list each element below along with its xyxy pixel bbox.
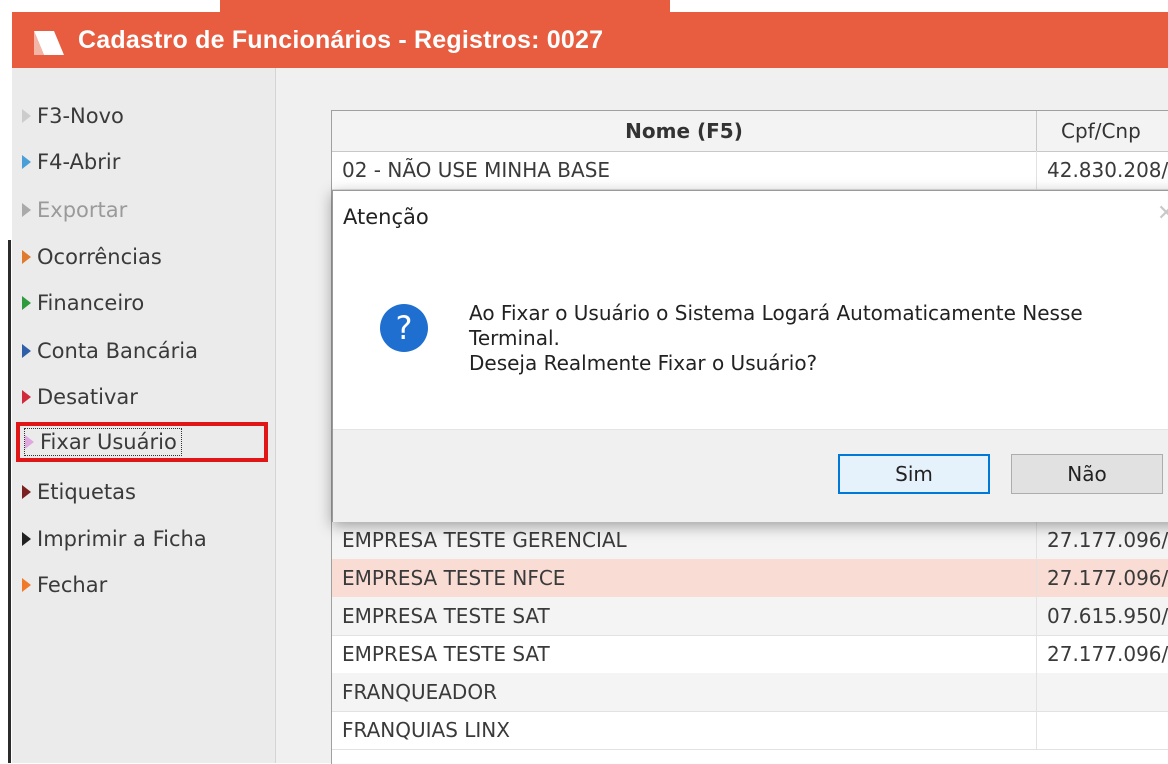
cell-cpf: 07.615.950/ bbox=[1047, 604, 1168, 628]
no-button[interactable]: Não bbox=[1011, 454, 1163, 494]
table-row[interactable]: EMPRESA TESTE GERENCIAL 27.177.096/ bbox=[332, 521, 1168, 560]
arrow-right-icon bbox=[22, 485, 31, 499]
menu-label: Ocorrências bbox=[37, 245, 162, 269]
dialog-title: Atenção bbox=[343, 205, 429, 229]
menu-item-abrir[interactable]: F4-Abrir bbox=[22, 144, 120, 180]
app-logo-icon bbox=[34, 31, 64, 55]
table-row[interactable]: 02 - NÃO USE MINHA BASE 42.830.208/ bbox=[332, 151, 1168, 190]
menu-label: F4-Abrir bbox=[37, 150, 121, 174]
cell-cpf: 27.177.096/ bbox=[1047, 566, 1168, 590]
table-row[interactable]: EMPRESA TESTE NFCE 27.177.096/ bbox=[332, 559, 1168, 598]
cell-nome: EMPRESA TESTE SAT bbox=[332, 597, 1037, 635]
table-row[interactable]: FRANQUEADOR bbox=[332, 673, 1168, 712]
cell-nome: FRANQUEADOR bbox=[332, 673, 1037, 711]
arrow-right-icon bbox=[22, 109, 31, 123]
menu-item-novo[interactable]: F3-Novo bbox=[22, 98, 124, 134]
menu-label: Financeiro bbox=[37, 291, 145, 315]
arrow-right-icon bbox=[22, 250, 31, 264]
cell-cpf: 42.830.208/ bbox=[1047, 158, 1168, 182]
dialog-message: Ao Fixar o Usuário o Sistema Logará Auto… bbox=[469, 301, 1083, 376]
menu-label: Imprimir a Ficha bbox=[37, 527, 207, 551]
close-icon[interactable]: ✕ bbox=[1157, 201, 1168, 226]
window-title: Cadastro de Funcionários - Registros: 00… bbox=[78, 25, 604, 54]
arrow-right-icon bbox=[25, 435, 34, 449]
arrow-right-icon bbox=[22, 344, 31, 358]
arrow-right-icon bbox=[22, 532, 31, 546]
question-icon: ? bbox=[380, 304, 428, 352]
menu-label: Fixar Usuário bbox=[40, 430, 177, 454]
menu-item-imprimir-ficha[interactable]: Imprimir a Ficha bbox=[22, 521, 207, 557]
menu-label: Desativar bbox=[37, 385, 138, 409]
dialog-message-line: Ao Fixar o Usuário o Sistema Logará Auto… bbox=[469, 301, 1083, 325]
svg-text:?: ? bbox=[396, 309, 413, 347]
confirm-dialog: Atenção ✕ ? Ao Fixar o Usuário o Sistema… bbox=[332, 190, 1168, 522]
dialog-message-line: Terminal. bbox=[469, 326, 560, 350]
table-row[interactable]: EMPRESA TESTE SAT 07.615.950/ bbox=[332, 597, 1168, 636]
focus-outline: Fixar Usuário bbox=[24, 428, 182, 456]
window-edge bbox=[8, 240, 11, 763]
dialog-message-line: Deseja Realmente Fixar o Usuário? bbox=[469, 351, 818, 375]
menu-label: F3-Novo bbox=[37, 104, 124, 128]
grid-header: Nome (F5) Cpf/Cnp bbox=[332, 111, 1168, 152]
yes-button[interactable]: Sim bbox=[838, 454, 990, 494]
column-header-nome[interactable]: Nome (F5) bbox=[332, 111, 1037, 151]
dialog-footer: Sim Não bbox=[333, 429, 1168, 522]
arrow-right-icon bbox=[22, 390, 31, 404]
menu-item-etiquetas[interactable]: Etiquetas bbox=[22, 474, 136, 510]
menu-label: Conta Bancária bbox=[37, 339, 198, 363]
arrow-right-icon bbox=[22, 296, 31, 310]
cell-nome: EMPRESA TESTE NFCE bbox=[332, 559, 1037, 597]
menu-label: Exportar bbox=[37, 198, 128, 222]
cell-cpf bbox=[1037, 673, 1168, 711]
arrow-right-icon bbox=[22, 155, 31, 169]
arrow-right-icon bbox=[22, 203, 31, 217]
title-bar: Cadastro de Funcionários - Registros: 00… bbox=[12, 12, 1168, 68]
menu-item-fechar[interactable]: Fechar bbox=[22, 567, 107, 603]
cell-cpf: 27.177.096/ bbox=[1047, 528, 1168, 552]
menu-item-conta-bancaria[interactable]: Conta Bancária bbox=[22, 333, 198, 369]
cell-cpf: 27.177.096/ bbox=[1047, 642, 1168, 666]
menu-item-fixar-usuario[interactable]: Fixar Usuário bbox=[16, 422, 268, 462]
cell-nome: EMPRESA TESTE SAT bbox=[332, 635, 1037, 673]
menu-item-desativar[interactable]: Desativar bbox=[22, 379, 138, 415]
cell-cpf bbox=[1037, 711, 1168, 749]
menu-label: Fechar bbox=[37, 573, 108, 597]
menu-item-financeiro[interactable]: Financeiro bbox=[22, 285, 144, 321]
menu-item-exportar[interactable]: Exportar bbox=[22, 192, 127, 228]
title-tab-strip bbox=[220, 0, 670, 12]
cell-nome: 02 - NÃO USE MINHA BASE bbox=[332, 151, 1037, 189]
menu-item-ocorrencias[interactable]: Ocorrências bbox=[22, 239, 162, 275]
table-row[interactable]: EMPRESA TESTE SAT 27.177.096/ bbox=[332, 635, 1168, 674]
table-row[interactable]: FRANQUIAS LINX bbox=[332, 711, 1168, 750]
arrow-right-icon bbox=[22, 578, 31, 592]
cell-nome: FRANQUIAS LINX bbox=[332, 711, 1037, 749]
cell-nome: EMPRESA TESTE GERENCIAL bbox=[332, 521, 1037, 559]
column-header-cpf[interactable]: Cpf/Cnp bbox=[1037, 111, 1168, 151]
menu-label: Etiquetas bbox=[37, 480, 136, 504]
